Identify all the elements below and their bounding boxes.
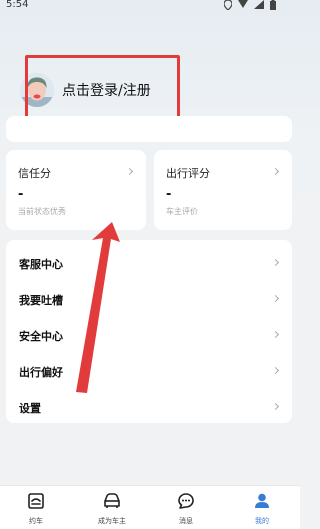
travel-rating-subtitle: 车主评价 — [166, 207, 198, 216]
trust-score-title: 信任分 — [18, 167, 51, 180]
menu-item-label: 客服中心 — [19, 258, 63, 271]
status-icons — [224, 0, 276, 10]
chevron-right-icon — [271, 294, 280, 303]
tab-mine-label: 我的 — [255, 517, 269, 525]
menu-item-label: 我要吐槽 — [19, 294, 63, 307]
travel-rating-title: 出行评分 — [166, 167, 210, 180]
travel-rating-value: - — [166, 187, 172, 202]
signal-icon — [254, 0, 264, 9]
trust-score-card[interactable]: 信任分 - 当前状态优秀 — [6, 150, 146, 230]
chevron-right-icon — [271, 167, 280, 176]
menu-item-label: 设置 — [19, 402, 41, 415]
wifi-icon — [238, 0, 248, 8]
chevron-right-icon — [271, 366, 280, 375]
car-ride-icon — [28, 493, 44, 509]
menu-item-label: 安全中心 — [19, 330, 63, 343]
settings-menu: 客服中心 我要吐槽 安全中心 出行偏好 设置 — [6, 240, 292, 423]
menu-item-safety-center[interactable]: 安全中心 — [6, 317, 292, 353]
menu-item-feedback[interactable]: 我要吐槽 — [6, 281, 292, 317]
tab-mine[interactable]: 我的 — [232, 486, 292, 529]
tab-become-driver[interactable]: 成为车主 — [82, 486, 142, 529]
tab-messages-label: 消息 — [179, 517, 193, 525]
tab-ride[interactable]: 约车 — [6, 486, 66, 529]
tab-ride-label: 约车 — [29, 517, 43, 525]
chevron-right-icon — [125, 167, 134, 176]
message-icon — [178, 493, 194, 509]
battery-icon — [270, 0, 276, 10]
chevron-right-icon — [271, 258, 280, 267]
bottom-tab-bar: 约车 成为车主 消息 我的 — [0, 485, 300, 529]
menu-item-settings[interactable]: 设置 — [6, 389, 292, 425]
menu-item-label: 出行偏好 — [19, 366, 63, 379]
tab-messages[interactable]: 消息 — [156, 486, 216, 529]
travel-rating-card[interactable]: 出行评分 - 车主评价 — [154, 150, 292, 230]
chevron-right-icon — [271, 402, 280, 411]
status-time: 5:54 — [6, 0, 29, 10]
trust-score-value: - — [18, 187, 24, 202]
car-icon — [104, 493, 120, 508]
status-bar: 5:54 — [0, 0, 300, 14]
tab-become-driver-label: 成为车主 — [98, 517, 126, 525]
trust-score-subtitle: 当前状态优秀 — [18, 207, 66, 216]
chevron-right-icon — [271, 330, 280, 339]
location-icon — [224, 0, 232, 10]
menu-item-customer-service[interactable]: 客服中心 — [6, 245, 292, 281]
user-icon — [255, 493, 269, 508]
menu-item-travel-preferences[interactable]: 出行偏好 — [6, 353, 292, 389]
empty-banner-card — [6, 116, 292, 142]
